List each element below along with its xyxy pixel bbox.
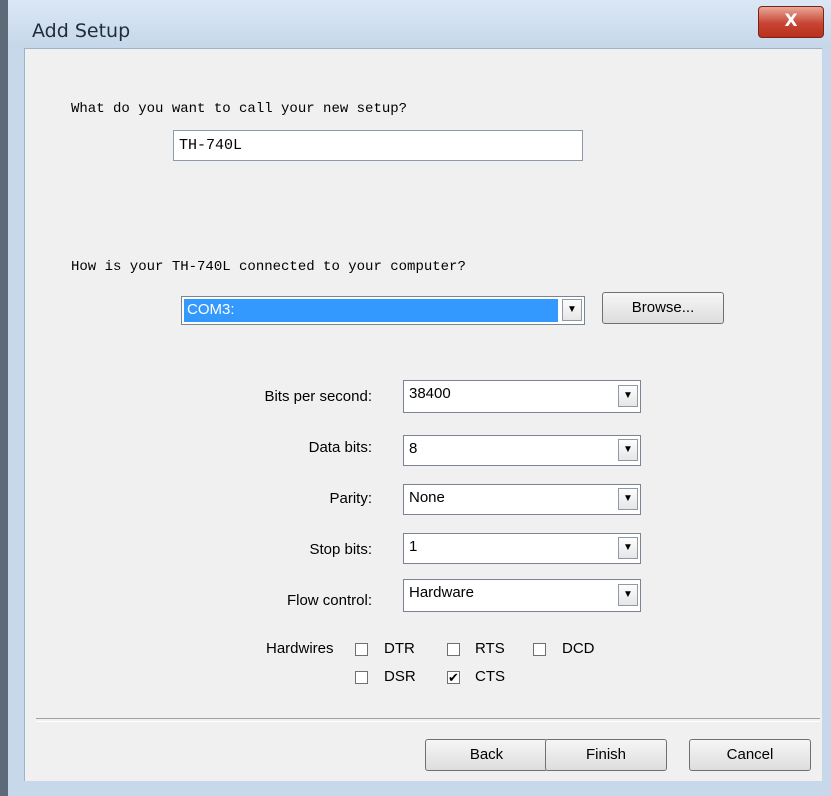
setup-name-prompt: What do you want to call your new setup?: [71, 101, 408, 117]
dtr-label: DTR: [384, 640, 415, 657]
window-edge: [0, 0, 8, 796]
window-title: Add Setup: [32, 20, 131, 42]
chevron-down-icon[interactable]: ▼: [618, 584, 638, 606]
dialog-window: Add Setup X What do you want to call you…: [0, 0, 831, 796]
port-selection-highlight: [184, 299, 558, 322]
dcd-label: DCD: [562, 640, 595, 657]
checkmark-icon: ✔: [448, 670, 459, 685]
dcd-checkbox[interactable]: [533, 643, 546, 656]
stop-bits-value: 1: [409, 538, 418, 555]
data-bits-select[interactable]: 8 ▼: [403, 435, 641, 466]
chevron-down-icon[interactable]: ▼: [618, 488, 638, 510]
cts-label: CTS: [475, 668, 505, 685]
connection-prompt: How is your TH-740L connected to your co…: [71, 259, 466, 275]
stop-bits-select[interactable]: 1 ▼: [403, 533, 641, 564]
stop-bits-label: Stop bits:: [309, 541, 372, 558]
finish-button[interactable]: Finish: [545, 739, 667, 771]
port-select[interactable]: COM3: ▼: [181, 296, 585, 325]
browse-button[interactable]: Browse...: [602, 292, 724, 324]
data-bits-value: 8: [409, 440, 418, 457]
port-value: COM3:: [187, 301, 235, 318]
chevron-down-icon[interactable]: ▼: [618, 385, 638, 407]
flow-control-select[interactable]: Hardware ▼: [403, 579, 641, 612]
setup-name-value: TH-740L: [179, 137, 243, 154]
flow-control-label: Flow control:: [286, 592, 372, 609]
chevron-down-icon[interactable]: ▼: [618, 439, 638, 461]
cts-checkbox[interactable]: ✔: [447, 671, 460, 684]
hardwires-label: Hardwires: [266, 640, 334, 657]
data-bits-label: Data bits:: [308, 439, 372, 456]
bits-per-second-select[interactable]: 38400 ▼: [403, 380, 641, 413]
dsr-checkbox[interactable]: [355, 671, 368, 684]
cancel-button[interactable]: Cancel: [689, 739, 811, 771]
flow-control-value: Hardware: [409, 584, 475, 601]
rts-checkbox[interactable]: [447, 643, 460, 656]
setup-name-input[interactable]: TH-740L: [173, 130, 583, 161]
close-button[interactable]: X: [758, 6, 824, 38]
rts-label: RTS: [475, 640, 505, 657]
bits-per-second-label: Bits per second:: [264, 388, 372, 405]
back-button[interactable]: Back: [425, 739, 548, 771]
parity-label: Parity:: [329, 490, 372, 507]
parity-value: None: [409, 489, 445, 506]
dsr-label: DSR: [384, 668, 416, 685]
button-separator: [36, 718, 820, 722]
title-bar[interactable]: Add Setup X: [8, 0, 831, 48]
bits-per-second-value: 38400: [409, 385, 451, 402]
parity-select[interactable]: None ▼: [403, 484, 641, 515]
chevron-down-icon[interactable]: ▼: [562, 299, 582, 321]
dtr-checkbox[interactable]: [355, 643, 368, 656]
chevron-down-icon[interactable]: ▼: [618, 537, 638, 559]
dialog-client: What do you want to call your new setup?…: [24, 48, 822, 781]
close-icon: X: [784, 11, 798, 31]
